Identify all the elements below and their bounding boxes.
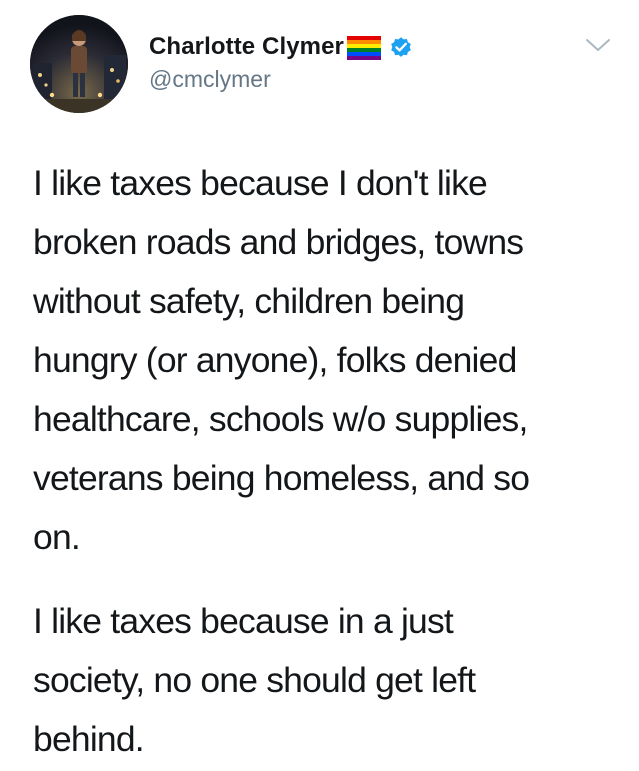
tweet-text-line: I like taxes because in a just xyxy=(33,601,454,641)
avatar-photo xyxy=(30,15,128,113)
chevron-down-icon[interactable] xyxy=(584,36,612,54)
tweet-text-line: without safety, children being xyxy=(33,281,465,321)
tweet-card: Charlotte Clymer @cmclymer I like taxes … xyxy=(0,0,639,771)
tweet-text-line: behind. xyxy=(33,719,145,759)
tweet-text-line: society, no one should get left xyxy=(33,660,476,700)
author-name-row[interactable]: Charlotte Clymer xyxy=(149,30,413,64)
tweet-text-paragraph-2: I like taxes because in a just society, … xyxy=(33,592,623,769)
tweet-text-line: broken roads and bridges, towns xyxy=(33,222,524,262)
tweet-text-paragraph-1: I like taxes because I don't like broken… xyxy=(33,154,623,567)
rainbow-flag-icon xyxy=(346,36,381,60)
tweet-text-line: I like taxes because I don't like xyxy=(33,163,488,203)
tweet-text-line: veterans being homeless, and so xyxy=(33,458,530,498)
tweet-text-line: on. xyxy=(33,517,81,557)
display-name[interactable]: Charlotte Clymer xyxy=(149,33,344,61)
tweet-text-line: hungry (or anyone), folks denied xyxy=(33,340,517,380)
verified-badge-icon xyxy=(389,35,413,59)
avatar[interactable] xyxy=(30,15,128,113)
tweet-text-line: healthcare, schools w/o supplies, xyxy=(33,399,528,439)
user-handle[interactable]: @cmclymer xyxy=(149,66,271,93)
